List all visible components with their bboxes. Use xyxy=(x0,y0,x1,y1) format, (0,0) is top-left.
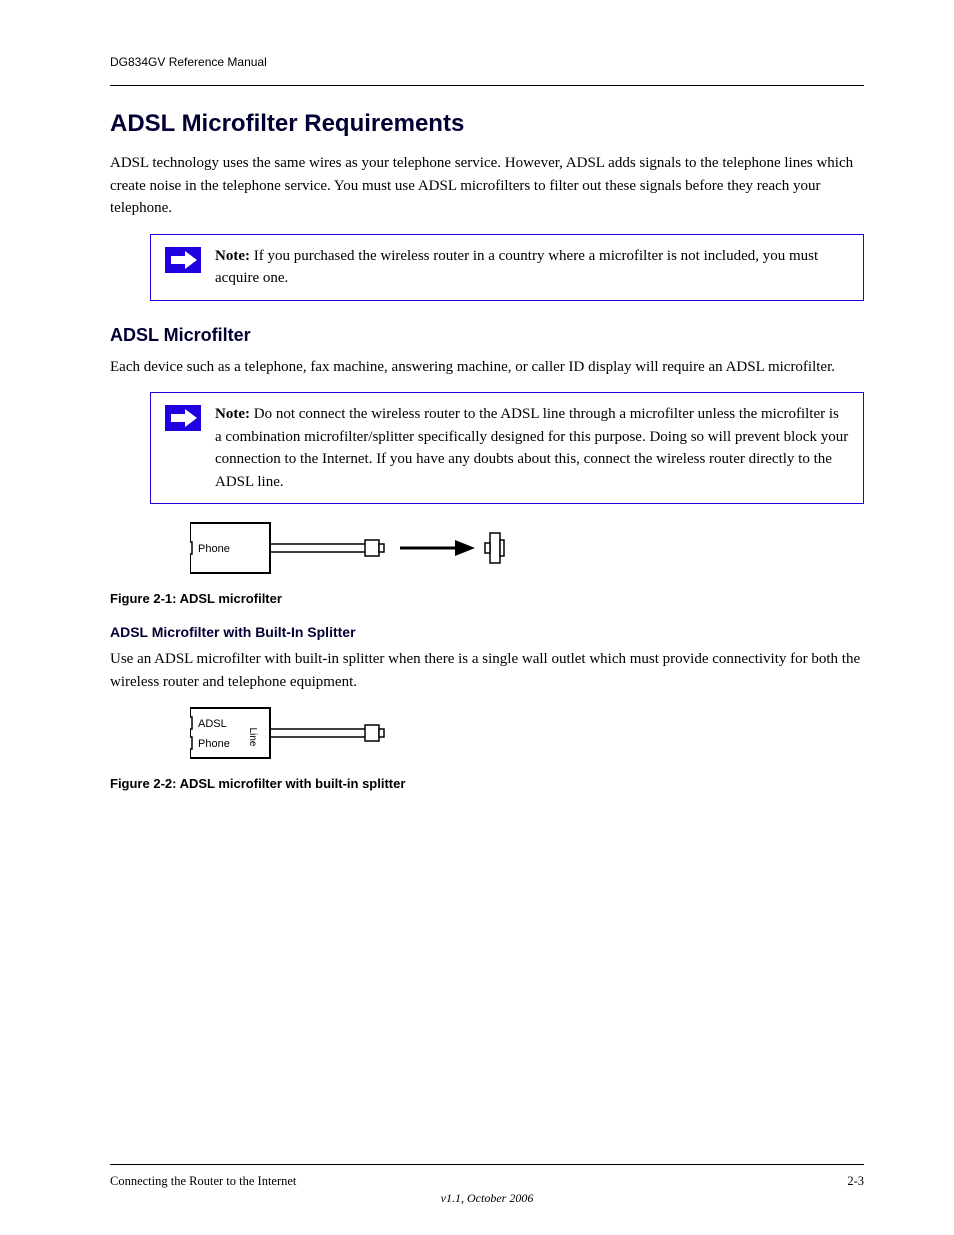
figure-1-caption: Figure 2-1: ADSL microfilter xyxy=(110,591,864,606)
figure-2: ADSL Phone Line xyxy=(190,703,864,768)
footer-right: 2-3 xyxy=(847,1174,864,1189)
note-1-text: Note: If you purchased the wireless rout… xyxy=(215,245,849,290)
footer: Connecting the Router to the Internet 2-… xyxy=(110,1174,864,1189)
splitter-label-adsl: ADSL xyxy=(198,718,227,730)
arrow-right-icon xyxy=(165,247,201,273)
figure-2-caption: Figure 2-2: ADSL microfilter with built-… xyxy=(110,776,864,791)
footer-version-line: v1.1, October 2006 xyxy=(110,1189,864,1207)
paragraph-2: Each device such as a telephone, fax mac… xyxy=(110,356,864,379)
footer-left: Connecting the Router to the Internet xyxy=(110,1174,296,1189)
minor-heading: ADSL Microfilter with Built-In Splitter xyxy=(110,624,864,640)
paragraph-3: Use an ADSL microfilter with built-in sp… xyxy=(110,648,864,693)
note-box-2: Note: Do not connect the wireless router… xyxy=(150,392,864,504)
note-2-label: Note: xyxy=(215,406,250,422)
paragraph-1: ADSL technology uses the same wires as y… xyxy=(110,152,864,220)
arrow-right-icon xyxy=(165,405,201,431)
splitter-label-line: Line xyxy=(247,728,258,747)
running-header: DG834GV Reference Manual xyxy=(110,55,864,69)
note-1-body: If you purchased the wireless router in … xyxy=(215,248,818,287)
note-2-body: Do not connect the wireless router to th… xyxy=(215,406,848,490)
note-1-label: Note: xyxy=(215,248,250,264)
section-heading: ADSL Microfilter Requirements xyxy=(110,110,864,138)
figure-1: Phone xyxy=(190,518,864,583)
splitter-label-phone: Phone xyxy=(198,738,230,750)
header-rule xyxy=(110,85,864,86)
note-box-1: Note: If you purchased the wireless rout… xyxy=(150,234,864,301)
filter-label-phone: Phone xyxy=(198,543,230,555)
footer-version: v1.1, October 2006 xyxy=(441,1191,534,1205)
footer-rule xyxy=(110,1164,864,1165)
header-left: DG834GV Reference Manual xyxy=(110,55,267,69)
subsection-heading: ADSL Microfilter xyxy=(110,325,864,346)
note-2-text: Note: Do not connect the wireless router… xyxy=(215,403,849,493)
page: DG834GV Reference Manual ADSL Microfilte… xyxy=(0,0,954,1235)
